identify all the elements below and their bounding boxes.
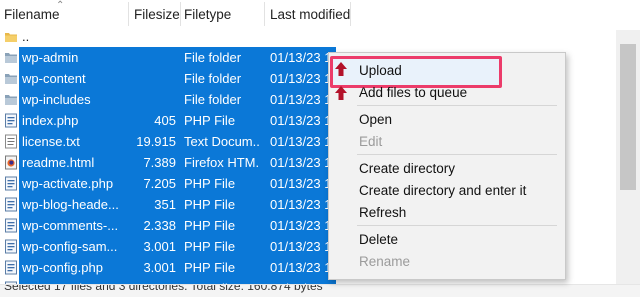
file-date: 01/13/23 1 [270, 113, 332, 128]
file-type: PHP File [184, 260, 236, 275]
menu-item-create-directory[interactable]: Create directory [359, 161, 455, 176]
file-name: wp-content [22, 71, 86, 86]
column-header-bar: Filename ⌃ Filesize Filetype Last modifi… [0, 0, 640, 30]
html-file-icon [5, 155, 17, 170]
file-date: 01/13/23 1 [270, 218, 332, 233]
folder-icon [5, 95, 17, 105]
add-to-queue-icon [335, 86, 347, 100]
menu-item-upload[interactable]: Upload [359, 63, 402, 78]
file-date: 01/13/23 1 [270, 134, 332, 149]
file-type: File folder [184, 50, 242, 65]
file-name: wp-includes [22, 92, 91, 107]
file-name: readme.html [22, 155, 95, 170]
file-type: File folder [184, 71, 242, 86]
file-type: PHP File [184, 113, 236, 128]
menu-separator [357, 154, 557, 155]
menu-item-rename[interactable]: Rename [359, 254, 410, 269]
file-name: wp-comments-... [22, 218, 119, 233]
parent-directory-label: .. [22, 30, 30, 44]
text-file-icon [5, 134, 17, 149]
menu-item-add-to-queue[interactable]: Add files to queue [359, 85, 467, 100]
status-bar: Selected 17 files and 3 directories. Tot… [0, 284, 640, 297]
column-divider[interactable] [264, 2, 265, 26]
menu-item-edit[interactable]: Edit [359, 134, 382, 149]
upload-highlight [330, 56, 502, 88]
column-filesize[interactable]: Filesize [134, 7, 180, 22]
context-menu: Upload Add files to queue Open Edit Crea… [328, 52, 566, 280]
upload-arrow-icon [335, 62, 347, 76]
php-file-icon [5, 176, 17, 191]
scrollbar-thumb[interactable] [620, 44, 636, 190]
file-type: Text Docum... [184, 134, 260, 149]
file-type: PHP File [184, 218, 236, 233]
php-file-icon [5, 260, 17, 275]
php-file-icon [5, 218, 17, 233]
file-type: File folder [184, 92, 242, 107]
column-divider[interactable] [180, 2, 181, 26]
column-divider[interactable] [350, 2, 351, 26]
file-type: PHP File [184, 176, 236, 191]
php-file-icon [5, 239, 17, 254]
file-date: 01/13/23 1 [270, 176, 332, 191]
vertical-scrollbar[interactable] [616, 30, 640, 284]
file-date: 01/13/23 1 [270, 197, 332, 212]
folder-icon [5, 33, 17, 42]
file-size: 3.001 [143, 260, 176, 275]
file-name: wp-config.php [22, 260, 103, 275]
file-name: wp-admin [22, 50, 79, 65]
file-size: 19.915 [136, 134, 176, 149]
menu-separator [357, 225, 557, 226]
php-file-icon [5, 113, 17, 128]
file-date: 01/13/23 1 [270, 155, 332, 170]
file-size: 405 [154, 113, 176, 128]
menu-item-refresh[interactable]: Refresh [359, 205, 406, 220]
file-date: 01/13/23 1 [270, 71, 332, 86]
parent-directory-row[interactable]: .. [0, 30, 616, 47]
menu-item-delete[interactable]: Delete [359, 232, 398, 247]
sort-ascending-icon: ⌃ [56, 0, 65, 11]
menu-item-create-directory-enter[interactable]: Create directory and enter it [359, 183, 526, 198]
file-date: 01/13/23 1 [270, 50, 332, 65]
column-filetype[interactable]: Filetype [184, 7, 231, 22]
status-text: Selected 17 files and 3 directories. Tot… [4, 284, 323, 293]
file-date: 01/13/23 1 [270, 239, 332, 254]
menu-item-open[interactable]: Open [359, 112, 392, 127]
file-type: PHP File [184, 197, 236, 212]
file-size: 7.389 [143, 155, 176, 170]
file-size: 3.001 [143, 239, 176, 254]
column-divider[interactable] [128, 2, 129, 26]
folder-icon [5, 53, 17, 63]
file-name: wp-config-sam... [22, 239, 118, 254]
file-name: license.txt [22, 134, 80, 149]
file-size: 351 [154, 197, 176, 212]
folder-icon [5, 74, 17, 84]
menu-separator [357, 105, 557, 106]
file-size: 2.338 [143, 218, 176, 233]
file-name: index.php [22, 113, 79, 128]
file-name: wp-blog-heade... [22, 197, 119, 212]
column-filename[interactable]: Filename [4, 7, 60, 22]
file-name: wp-activate.php [22, 176, 114, 191]
file-date: 01/13/23 1 [270, 92, 332, 107]
file-type: PHP File [184, 239, 236, 254]
php-file-icon [5, 197, 17, 212]
file-date: 01/13/23 1 [270, 260, 332, 275]
file-type: Firefox HTM... [184, 155, 260, 170]
column-last-modified[interactable]: Last modified [270, 7, 350, 22]
file-size: 7.205 [143, 176, 176, 191]
